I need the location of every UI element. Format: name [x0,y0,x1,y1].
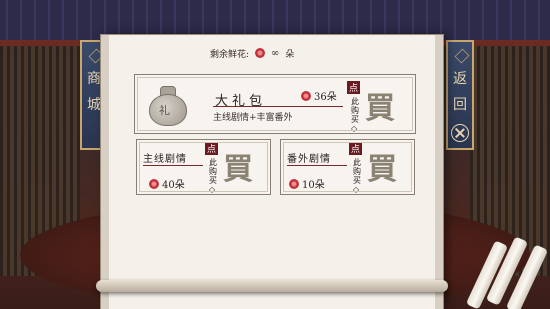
item-price: 36朵 [301,88,337,103]
remaining-label: 剩余鲜花: [210,49,250,60]
divider [143,165,203,166]
bag-mark: 礼 [159,104,170,117]
remaining-value: ∞ [271,47,280,59]
banner-ornament-icon [454,48,470,64]
divider [213,106,343,107]
buy-button[interactable]: 買 [367,144,397,188]
buy-hint: 此购买◇ [351,97,359,133]
flower-icon [255,48,266,58]
item-big-gift-pack[interactable]: 礼 大礼包 主线剧情+丰富番外 36朵 点 此购买◇ 買 [134,74,416,134]
dian-badge: 点 [205,142,218,155]
back-char-1: 返 [453,71,467,87]
divider [287,165,347,166]
item-side-story[interactable]: 番外剧情 10朵 点 此购买◇ 買 [280,139,415,195]
buy-button[interactable]: 買 [365,83,395,127]
game-scene: 商 城 返 回 剩余鲜花: ∞ 朵 礼 大礼包 主线剧情+丰富番外 36朵 点 … [0,0,550,309]
price-value: 36朵 [314,92,337,103]
back-button[interactable]: 返 回 [446,40,474,150]
flower-icon [289,178,299,189]
item-main-story[interactable]: 主线剧情 40朵 点 此购买◇ 買 [136,139,271,195]
close-icon [451,124,469,142]
scroll-roller [96,280,448,292]
dian-badge: 点 [347,81,360,94]
price-value: 10朵 [302,180,325,191]
buy-button[interactable]: 買 [223,144,253,188]
item-price: 40朵 [149,176,185,191]
back-char-2: 回 [453,97,467,113]
shop-banner-char-2: 城 [87,97,101,113]
gift-bag-icon: 礼 [147,82,187,126]
flower-icon [149,178,159,189]
price-value: 40朵 [162,180,185,191]
shop-banner-char-1: 商 [87,71,101,87]
item-price: 10朵 [289,176,325,191]
scroll-rolls [465,236,550,309]
item-title: 主线剧情 [143,154,187,165]
dian-badge: 点 [349,142,362,155]
remaining-flowers: 剩余鲜花: ∞ 朵 [210,45,360,61]
buy-hint: 此购买◇ [209,158,217,194]
item-title: 番外剧情 [287,154,331,165]
flower-icon [301,90,311,101]
remaining-unit: 朵 [285,49,295,60]
item-desc: 主线剧情+丰富番外 [213,113,293,123]
buy-hint: 此购买◇ [353,158,361,194]
